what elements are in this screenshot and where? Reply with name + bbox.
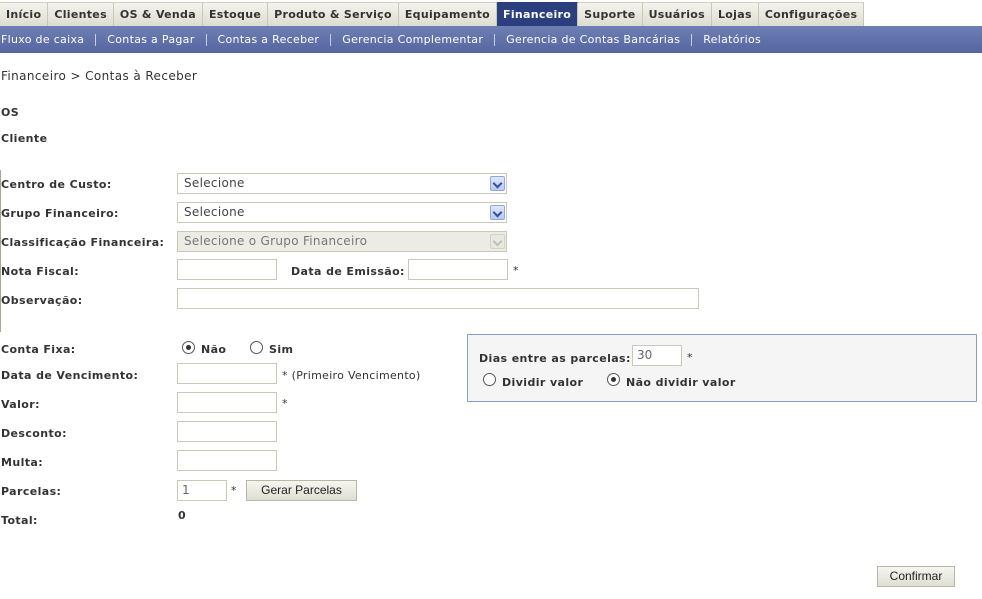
- grupo-financeiro-value: Selecione: [184, 205, 245, 219]
- tab-configuracoes[interactable]: Configurações: [758, 2, 865, 26]
- total-label: Total:: [1, 514, 38, 527]
- sub-navigation: Fluxo de caixa Contas a Pagar Contas a R…: [0, 26, 982, 53]
- confirmar-button[interactable]: Confirmar: [877, 566, 955, 587]
- desconto-label: Desconto:: [1, 427, 67, 440]
- subnav-fluxo-caixa[interactable]: Fluxo de caixa: [0, 33, 95, 46]
- conta-fixa-sim-label: Sim: [269, 343, 294, 356]
- data-emissao-required: *: [513, 264, 519, 277]
- breadcrumb: Financeiro > Contas à Receber: [1, 69, 198, 83]
- classificacao-value: Selecione o Grupo Financeiro: [184, 234, 368, 248]
- section-divider: [0, 170, 1, 332]
- nota-fiscal-input[interactable]: [177, 259, 277, 280]
- tab-estoque[interactable]: Estoque: [202, 2, 269, 26]
- tab-equipamento[interactable]: Equipamento: [398, 2, 498, 26]
- data-vencimento-label: Data de Vencimento:: [1, 369, 139, 382]
- dias-parcelas-label: Dias entre as parcelas:: [479, 352, 631, 365]
- nao-dividir-valor-label: Não dividir valor: [626, 376, 736, 389]
- dividir-valor-radio[interactable]: [483, 373, 496, 386]
- tab-lojas[interactable]: Lojas: [712, 2, 759, 26]
- tab-os-venda[interactable]: OS & Venda: [113, 2, 203, 26]
- desconto-input[interactable]: [177, 421, 277, 442]
- multa-input[interactable]: [177, 450, 277, 471]
- observacao-input[interactable]: [177, 288, 699, 309]
- tab-usuarios[interactable]: Usuários: [642, 2, 712, 26]
- data-vencimento-input[interactable]: [177, 363, 277, 384]
- dividir-valor-label: Dividir valor: [502, 376, 584, 389]
- parcelas-input[interactable]: 1: [177, 480, 227, 501]
- centro-custo-select[interactable]: Selecione: [177, 173, 507, 194]
- tab-produto-servico[interactable]: Produto & Serviço: [268, 2, 399, 26]
- tab-suporte[interactable]: Suporte: [578, 2, 643, 26]
- tab-clientes[interactable]: Clientes: [48, 2, 114, 26]
- conta-fixa-nao-label: Não: [201, 343, 227, 356]
- top-navigation: Início Clientes OS & Venda Estoque Produ…: [0, 0, 982, 26]
- centro-custo-label: Centro de Custo:: [1, 178, 112, 191]
- os-label: OS: [1, 106, 20, 119]
- conta-fixa-nao-radio[interactable]: [182, 341, 195, 354]
- dias-parcelas-required: *: [687, 351, 693, 364]
- conta-fixa-label: Conta Fixa:: [1, 343, 76, 356]
- subnav-contas-pagar[interactable]: Contas a Pagar: [95, 33, 205, 46]
- nota-fiscal-label: Nota Fiscal:: [1, 265, 80, 278]
- subnav-contas-receber[interactable]: Contas a Receber: [205, 33, 331, 46]
- centro-custo-value: Selecione: [184, 176, 245, 190]
- chevron-down-icon: [490, 205, 505, 220]
- subnav-relatorios[interactable]: Relatórios: [691, 33, 772, 46]
- data-vencimento-hint: * (Primeiro Vencimento): [282, 369, 421, 382]
- grupo-financeiro-select[interactable]: Selecione: [177, 202, 507, 223]
- conta-fixa-sim-radio[interactable]: [250, 341, 263, 354]
- tab-inicio[interactable]: Início: [0, 2, 49, 26]
- parcelas-label: Parcelas:: [1, 485, 62, 498]
- parcelas-required: *: [231, 484, 237, 497]
- data-emissao-label: Data de Emissão:: [291, 265, 405, 278]
- nao-dividir-valor-radio[interactable]: [607, 373, 620, 386]
- dias-parcelas-input[interactable]: 30: [632, 345, 682, 366]
- classificacao-label: Classificação Financeira:: [1, 236, 165, 249]
- classificacao-select: Selecione o Grupo Financeiro: [177, 231, 507, 252]
- subnav-gerencia-complementar[interactable]: Gerencia Complementar: [330, 33, 494, 46]
- total-value: 0: [178, 509, 187, 522]
- grupo-financeiro-label: Grupo Financeiro:: [1, 207, 119, 220]
- chevron-down-icon: [490, 234, 505, 249]
- cliente-label: Cliente: [1, 132, 48, 145]
- multa-label: Multa:: [1, 456, 44, 469]
- valor-input[interactable]: [177, 392, 277, 413]
- parcelas-options-panel: [467, 334, 977, 402]
- subnav-gerencia-contas-bancarias[interactable]: Gerencia de Contas Bancárias: [494, 33, 691, 46]
- chevron-down-icon: [490, 176, 505, 191]
- observacao-label: Observação:: [1, 294, 83, 307]
- tab-financeiro[interactable]: Financeiro: [497, 2, 579, 26]
- valor-required: *: [282, 397, 288, 410]
- gerar-parcelas-button[interactable]: Gerar Parcelas: [246, 480, 357, 501]
- valor-label: Valor:: [1, 398, 40, 411]
- data-emissao-input[interactable]: [408, 259, 508, 280]
